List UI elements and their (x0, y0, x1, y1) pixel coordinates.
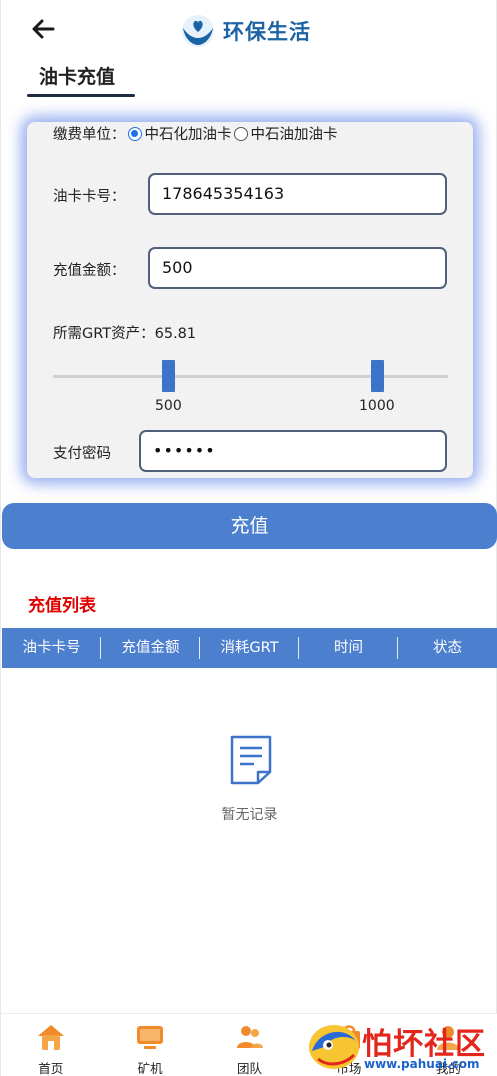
header: 环保生活 (1, 0, 497, 62)
amount-slider-track[interactable] (53, 375, 448, 378)
title-underline (27, 94, 135, 97)
brand: 环保生活 (179, 14, 311, 48)
recharge-table-header: 油卡卡号 充值金额 消耗GRT 时间 状态 (2, 628, 497, 668)
slider-handle-1000[interactable] (371, 360, 384, 392)
slider-label-1000: 1000 (359, 398, 395, 414)
empty-state-text: 暂无记录 (221, 807, 278, 823)
app-title: 环保生活 (223, 20, 311, 44)
page-title: 油卡充值 (39, 66, 116, 88)
nav-label-team: 团队 (237, 1061, 263, 1076)
hands-heart-logo-icon (182, 15, 214, 47)
card-number-label: 油卡卡号： (53, 189, 126, 205)
amount-label: 充值金额： (53, 263, 126, 279)
radio-sinopec[interactable] (127, 127, 142, 141)
recharge-button[interactable]: 充值 (2, 503, 497, 549)
radio-petrochina-label[interactable]: 中石油加油卡 (251, 127, 338, 143)
home-icon (37, 1025, 64, 1050)
unit-row: 缴费单位： 中石化加油卡 中石油加油卡 (53, 124, 338, 146)
unit-label: 缴费单位： (53, 127, 126, 143)
watermark: 怕坏社区 www.pahuai.com (304, 1017, 496, 1075)
watermark-url: www.pahuai.com (364, 1057, 480, 1071)
column-card-number: 油卡卡号 (2, 628, 101, 668)
password-input[interactable]: •••••• (139, 430, 447, 472)
amount-input[interactable]: 500 (148, 247, 447, 289)
nav-item-team[interactable]: 团队 (200, 1014, 299, 1076)
grt-row: 所需GRT资产：65.81 (53, 322, 196, 343)
nav-label-miner: 矿机 (137, 1061, 163, 1076)
column-amount: 充值金额 (101, 628, 200, 668)
radio-sinopec-label[interactable]: 中石化加油卡 (145, 127, 232, 143)
slider-label-500: 500 (155, 398, 182, 414)
recharge-list-title: 充值列表 (28, 596, 96, 616)
watermark-logo (309, 1025, 359, 1069)
monitor-icon (137, 1026, 164, 1049)
nav-item-miner[interactable]: 矿机 (100, 1014, 199, 1076)
grt-value: 65.81 (154, 326, 197, 342)
card-number-input[interactable]: 178645354163 (148, 173, 447, 215)
recharge-form-card: 缴费单位： 中石化加油卡 中石油加油卡 油卡卡号： 178645354163 充值金… (27, 122, 473, 478)
column-time: 时间 (299, 628, 398, 668)
column-status: 状态 (433, 640, 462, 656)
password-label: 支付密码 (53, 446, 111, 462)
nav-label-home: 首页 (38, 1061, 64, 1076)
slider-handle-500[interactable] (162, 360, 175, 392)
column-grt: 消耗GRT (200, 628, 299, 668)
nav-item-home[interactable]: 首页 (1, 1014, 100, 1076)
team-icon (236, 1026, 263, 1048)
radio-petrochina[interactable] (233, 127, 248, 141)
document-icon (230, 735, 272, 785)
arrow-left-icon (32, 19, 55, 39)
grt-label: 所需GRT资产： (53, 326, 155, 342)
page: 环保生活 油卡充值 缴费单位： 中石化加油卡 中石油加油卡 油卡卡号： 178645… (0, 0, 497, 1076)
back-button[interactable] (29, 14, 59, 44)
